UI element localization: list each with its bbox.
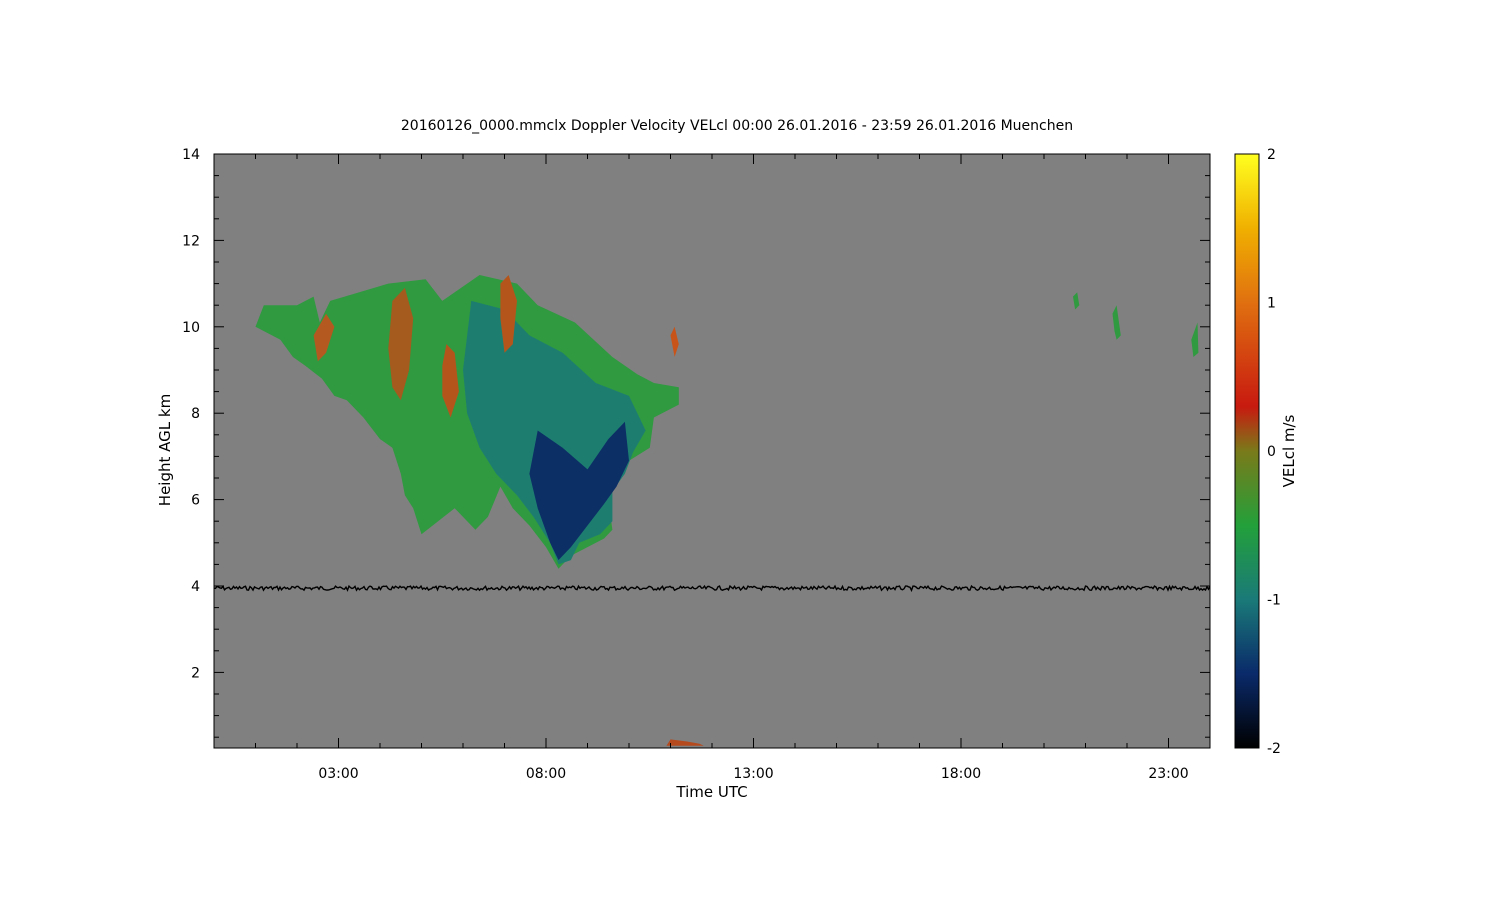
colorbar-ticks: 2 1 0 -1 -2	[1267, 147, 1281, 757]
y-axis-label: Height AGL km	[156, 394, 174, 506]
y-tick-label: 2	[191, 665, 200, 681]
colorbar-tick-label: 2	[1267, 147, 1276, 163]
x-axis-label: Time UTC	[675, 783, 747, 801]
y-tick-label: 6	[191, 493, 200, 509]
y-tick-label: 10	[182, 320, 200, 336]
y-tick-label: 12	[182, 233, 200, 249]
doppler-velocity-chart: 20160126_0000.mmclx Doppler Velocity VEL…	[156, 118, 1298, 801]
x-tick-label: 23:00	[1148, 766, 1188, 782]
y-tick-label: 14	[182, 147, 200, 163]
colorbar-tick-label: 0	[1267, 444, 1276, 460]
y-tick-label: 8	[191, 406, 200, 422]
colorbar-tick-label: 1	[1267, 296, 1276, 312]
colorbar-tick-label: -2	[1267, 741, 1281, 757]
plot-background	[214, 154, 1210, 748]
colorbar-label: VELcl m/s	[1280, 414, 1298, 487]
colorbar-tick-label: -1	[1267, 593, 1281, 609]
x-tick-label: 13:00	[733, 766, 773, 782]
chart-title: 20160126_0000.mmclx Doppler Velocity VEL…	[401, 118, 1073, 134]
x-tick-label: 08:00	[526, 766, 566, 782]
x-tick-label: 18:00	[941, 766, 981, 782]
x-tick-label: 03:00	[318, 766, 358, 782]
y-tick-label: 4	[191, 579, 200, 595]
colorbar	[1234, 153, 1260, 749]
